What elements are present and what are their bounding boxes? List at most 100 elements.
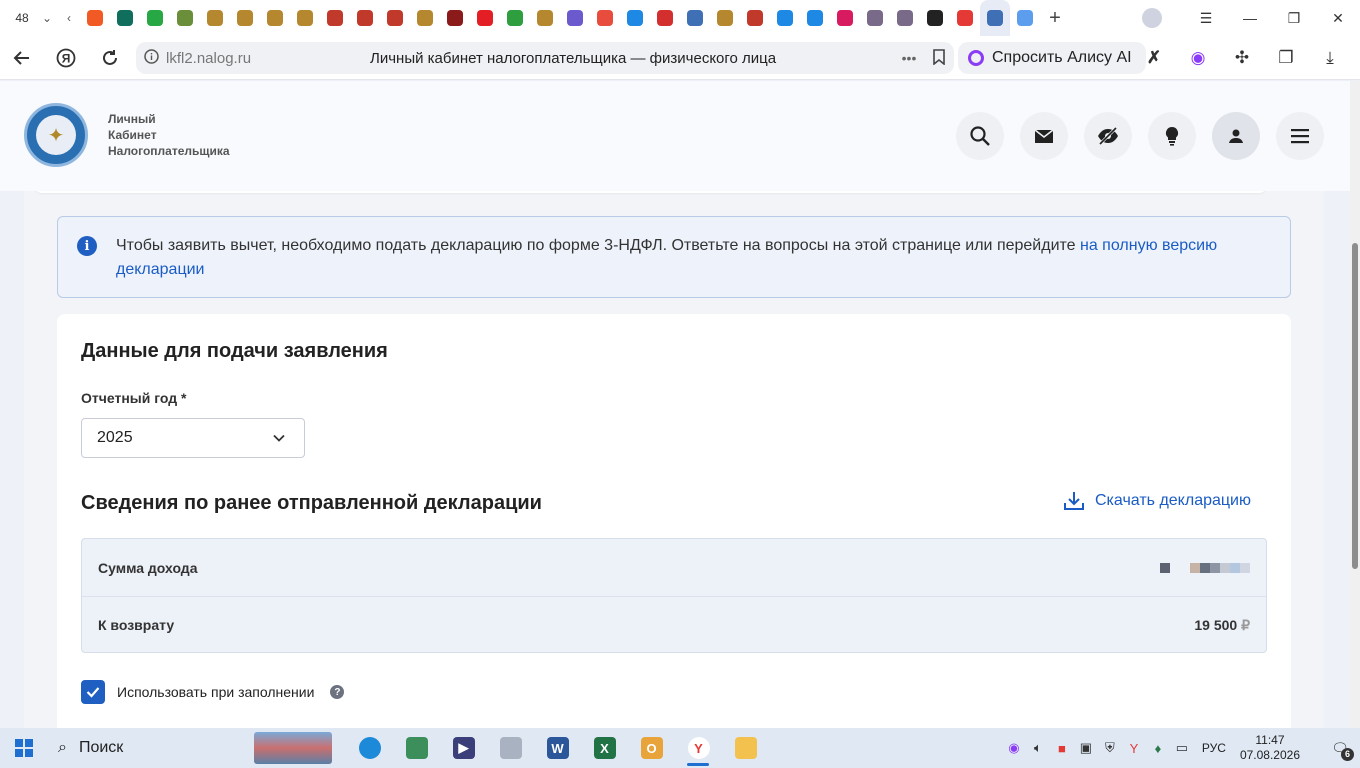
browser-tab[interactable] — [290, 0, 320, 36]
profile-avatar[interactable] — [1142, 8, 1162, 28]
display-icon[interactable]: ▣ — [1074, 740, 1098, 756]
browser-tab[interactable] — [230, 0, 260, 36]
logo-line-1: Личный — [108, 112, 156, 126]
network-app[interactable] — [393, 728, 440, 768]
clock[interactable]: 11:47 07.08.2026 — [1240, 733, 1300, 763]
info-notice: i Чтобы заявить вычет, необходимо подать… — [57, 216, 1291, 298]
search-button[interactable] — [956, 112, 1004, 160]
browser-tab[interactable] — [470, 0, 500, 36]
fns-logo[interactable]: ✦ — [24, 103, 88, 167]
tab-list-chevron-icon[interactable]: ⌄ — [36, 11, 58, 25]
yandex-browser-app[interactable]: Y — [675, 728, 722, 768]
edge-app[interactable] — [346, 728, 393, 768]
browser-tab[interactable] — [410, 0, 440, 36]
tab-scroll-left-icon[interactable]: ‹ — [58, 11, 80, 25]
close-window-button[interactable]: ✕ — [1316, 10, 1360, 27]
ask-alice-button[interactable]: Спросить Алису AI — [958, 42, 1146, 74]
antivirus-icon[interactable]: ■ — [1050, 741, 1074, 756]
yandex-logo-icon[interactable]: Я — [44, 36, 88, 80]
files-app[interactable] — [487, 728, 534, 768]
browser-tab[interactable] — [1010, 0, 1040, 36]
use-in-filling-label[interactable]: Использовать при заполнении — [117, 684, 314, 700]
maximize-button[interactable]: ❐ — [1272, 10, 1316, 27]
previous-declaration-title: Сведения по ранее отправленной деклараци… — [81, 492, 542, 514]
browser-tab[interactable] — [620, 0, 650, 36]
browser-tab[interactable] — [800, 0, 830, 36]
browser-tab[interactable] — [890, 0, 920, 36]
extension-alice-icon[interactable]: ◉ — [1176, 48, 1220, 68]
word-app[interactable]: W — [534, 728, 581, 768]
download-declaration-link[interactable]: Скачать декларацию — [1063, 490, 1251, 512]
sync-icon[interactable]: ♦ — [1146, 741, 1170, 756]
tips-button[interactable] — [1148, 112, 1196, 160]
browser-tab[interactable] — [680, 0, 710, 36]
page-scrollbar[interactable] — [1350, 81, 1360, 728]
browser-tab[interactable] — [560, 0, 590, 36]
bookmark-icon[interactable] — [924, 48, 954, 68]
back-button[interactable] — [0, 36, 44, 80]
messages-button[interactable] — [1020, 112, 1068, 160]
browser-tab[interactable] — [440, 0, 470, 36]
input-language[interactable]: РУС — [1202, 741, 1226, 755]
browser-tab[interactable] — [350, 0, 380, 36]
collections-icon[interactable]: ❐ — [1264, 48, 1308, 68]
accessibility-button[interactable] — [1084, 112, 1132, 160]
browser-tab[interactable] — [320, 0, 350, 36]
browser-tab[interactable] — [920, 0, 950, 36]
help-icon[interactable]: ? — [330, 685, 345, 699]
browser-tab[interactable] — [710, 0, 740, 36]
main-menu-button[interactable] — [1276, 112, 1324, 160]
browser-tab[interactable] — [500, 0, 530, 36]
browser-tab[interactable] — [860, 0, 890, 36]
security-icon[interactable]: ⛨ — [1098, 740, 1122, 756]
browser-tab[interactable] — [830, 0, 860, 36]
search-highlight-image[interactable] — [254, 732, 332, 764]
extensions-puzzle-icon[interactable]: ✣ — [1220, 48, 1264, 68]
year-select[interactable]: 2025 — [81, 418, 305, 458]
browser-tab[interactable] — [380, 0, 410, 36]
taskbar-search[interactable]: ⌕ Поиск — [48, 728, 258, 768]
start-button[interactable] — [0, 728, 48, 768]
new-tab-button[interactable]: + — [1040, 7, 1070, 30]
network-status-icon[interactable]: ▭ — [1170, 740, 1194, 756]
browser-menu-icon[interactable]: ☰ — [1184, 10, 1228, 27]
scrollbar-thumb[interactable] — [1352, 243, 1358, 569]
user-icon — [1229, 129, 1243, 143]
minimize-button[interactable]: — — [1228, 10, 1272, 26]
yandex-tray-icon[interactable]: Y — [1122, 741, 1146, 756]
tab-count-button[interactable]: 48 — [8, 6, 36, 30]
media-app[interactable]: ▶ — [440, 728, 487, 768]
browser-tab[interactable] — [260, 0, 290, 36]
logo-text[interactable]: Личный Кабинет Налогоплательщика — [108, 111, 230, 159]
alice-tray-icon[interactable]: ◉ — [1002, 740, 1026, 756]
yandex-icon: Y — [687, 737, 710, 759]
browser-navbar: Я lkfl2.nalog.ru Личный кабинет налогопл… — [0, 36, 1360, 80]
browser-tab[interactable] — [140, 0, 170, 36]
volume-icon[interactable]: 🔈︎ — [1026, 740, 1050, 756]
use-in-filling-checkbox[interactable] — [81, 680, 105, 704]
downloads-icon[interactable]: ⤓ — [1308, 48, 1352, 68]
outlook-app[interactable]: O — [628, 728, 675, 768]
extension-k-icon[interactable]: ✗ — [1132, 48, 1176, 68]
browser-tab[interactable] — [980, 0, 1010, 36]
browser-tab[interactable] — [110, 0, 140, 36]
reload-button[interactable] — [88, 36, 132, 80]
site-info-icon[interactable] — [136, 49, 166, 67]
browser-tab[interactable] — [170, 0, 200, 36]
browser-tab[interactable] — [740, 0, 770, 36]
browser-tab[interactable] — [80, 0, 110, 36]
profile-button[interactable] — [1212, 112, 1260, 160]
browser-tab[interactable] — [770, 0, 800, 36]
address-bar[interactable]: lkfl2.nalog.ru Личный кабинет налогоплат… — [136, 42, 954, 74]
browser-tab[interactable] — [590, 0, 620, 36]
browser-tab[interactable] — [200, 0, 230, 36]
browser-tab[interactable] — [530, 0, 560, 36]
browser-tab[interactable] — [950, 0, 980, 36]
notifications-button[interactable]: 🗨︎ 6 — [1320, 740, 1360, 761]
tab-favicon-icon — [747, 10, 763, 26]
more-dots-icon[interactable]: ••• — [894, 50, 924, 66]
excel-app[interactable]: X — [581, 728, 628, 768]
browser-tab[interactable] — [650, 0, 680, 36]
explorer-app[interactable] — [722, 728, 769, 768]
outlook-icon: O — [640, 737, 663, 759]
